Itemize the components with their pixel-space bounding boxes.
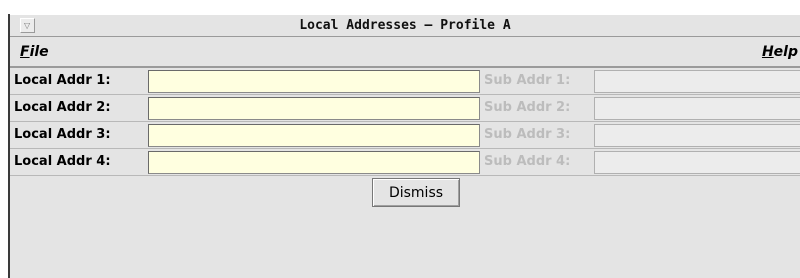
menu-file[interactable]: File [20, 44, 49, 60]
local-addr-3-label: Local Addr 3: [14, 127, 111, 142]
menu-help-label: elp [773, 44, 798, 60]
menu-help[interactable]: Help [762, 44, 798, 60]
local-addr-3-input[interactable] [148, 124, 480, 147]
sub-addr-3-input [594, 124, 800, 147]
local-addr-4-input[interactable] [148, 151, 480, 174]
title-bar[interactable]: ▽ Local Addresses – Profile A [10, 14, 800, 37]
menu-file-label: ile [29, 44, 49, 60]
menu-bar: File Help [10, 38, 800, 68]
sub-addr-3-label: Sub Addr 3: [484, 127, 571, 142]
address-row-1: Local Addr 1: Sub Addr 1: [10, 68, 800, 95]
sub-addr-2-label: Sub Addr 2: [484, 100, 571, 115]
menu-file-mnemonic: F [20, 44, 30, 60]
sub-addr-1-input [594, 70, 800, 93]
address-row-3: Local Addr 3: Sub Addr 3: [10, 122, 800, 149]
dismiss-button[interactable]: Dismiss [372, 178, 460, 207]
local-addr-1-label: Local Addr 1: [14, 73, 111, 88]
button-area: Dismiss [10, 176, 800, 220]
sub-addr-1-label: Sub Addr 1: [484, 73, 571, 88]
local-addresses-window: ▽ Local Addresses – Profile A File Help … [8, 14, 800, 278]
sub-addr-4-input [594, 151, 800, 174]
local-addr-2-label: Local Addr 2: [14, 100, 111, 115]
address-row-2: Local Addr 2: Sub Addr 2: [10, 95, 800, 122]
sub-addr-4-label: Sub Addr 4: [484, 154, 571, 169]
local-addr-1-input[interactable] [148, 70, 480, 93]
local-addr-4-label: Local Addr 4: [14, 154, 111, 169]
window-title: Local Addresses – Profile A [299, 18, 511, 33]
local-addr-2-input[interactable] [148, 97, 480, 120]
address-row-4: Local Addr 4: Sub Addr 4: [10, 149, 800, 176]
menu-help-mnemonic: H [761, 44, 774, 60]
sub-addr-2-input [594, 97, 800, 120]
